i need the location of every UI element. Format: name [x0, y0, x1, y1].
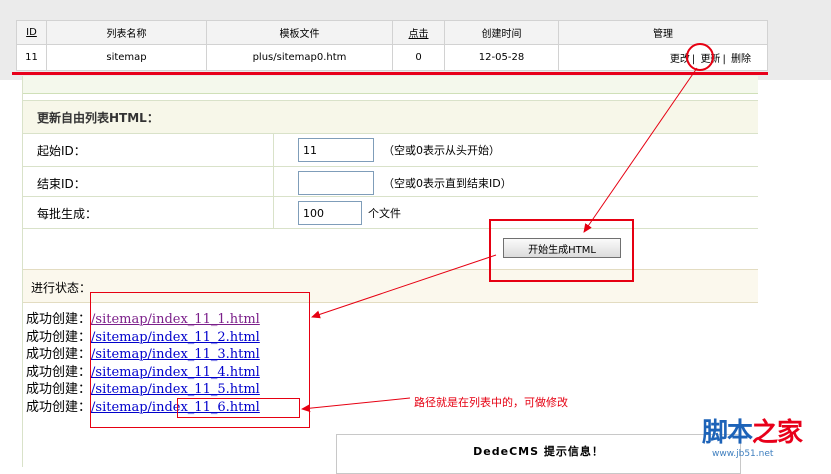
row-name: sitemap — [46, 44, 207, 71]
header-list-name: 列表名称 — [46, 20, 207, 45]
update-highlight-circle — [686, 43, 714, 71]
end-id-hint: （空或0表示直到结束ID） — [383, 177, 512, 190]
row-template: plus/sitemap0.htm — [206, 44, 393, 71]
batch-row: 每批生成： 个文件 — [23, 197, 758, 229]
table-row: 11 sitemap plus/sitemap0.htm 0 12-05-28 … — [16, 44, 768, 71]
row-id: 11 — [16, 44, 47, 71]
row-created: 12-05-28 — [444, 44, 559, 71]
form-title: 更新自由列表HTML： — [23, 100, 758, 134]
table-header-row: ID 列表名称 模板文件 点击 创建时间 管理 — [16, 20, 768, 45]
start-id-label: 起始ID： — [37, 144, 86, 158]
header-manage: 管理 — [558, 20, 768, 45]
header-template: 模板文件 — [206, 20, 393, 45]
row-actions: 更改 | 更新 | 删除 — [558, 44, 768, 71]
start-id-hint: （空或0表示从头开始） — [383, 144, 500, 157]
separator-red-line — [12, 72, 768, 75]
batch-size-input[interactable] — [298, 201, 362, 225]
top-list-panel: ID 列表名称 模板文件 点击 创建时间 管理 11 sitemap plus/… — [0, 0, 831, 80]
end-id-row: 结束ID： （空或0表示直到结束ID） — [23, 167, 758, 197]
dedecms-notice-box: DedeCMS 提示信息！ — [336, 434, 741, 474]
header-created: 创建时间 — [444, 20, 559, 45]
button-highlight-box — [489, 219, 634, 282]
watermark-url: www.jb51.net — [712, 449, 774, 459]
header-clicks[interactable]: 点击 — [392, 20, 445, 45]
watermark-logo: 脚本之家 — [702, 418, 803, 448]
path-highlight-box — [177, 398, 300, 418]
header-id[interactable]: ID — [16, 20, 47, 45]
end-id-label: 结束ID： — [37, 177, 86, 191]
free-list-table: ID 列表名称 模板文件 点击 创建时间 管理 11 sitemap plus/… — [16, 20, 768, 71]
row-clicks: 0 — [392, 44, 445, 71]
annotation-text: 路径就是在列表中的，可做修改 — [414, 396, 568, 409]
top-info-bar — [23, 76, 758, 94]
end-id-input[interactable] — [298, 171, 374, 195]
start-id-row: 起始ID： （空或0表示从头开始） — [23, 134, 758, 167]
delete-link[interactable]: 删除 — [731, 54, 751, 65]
batch-unit: 个文件 — [368, 207, 401, 220]
batch-label: 每批生成： — [37, 207, 98, 221]
start-id-input[interactable] — [298, 138, 374, 162]
